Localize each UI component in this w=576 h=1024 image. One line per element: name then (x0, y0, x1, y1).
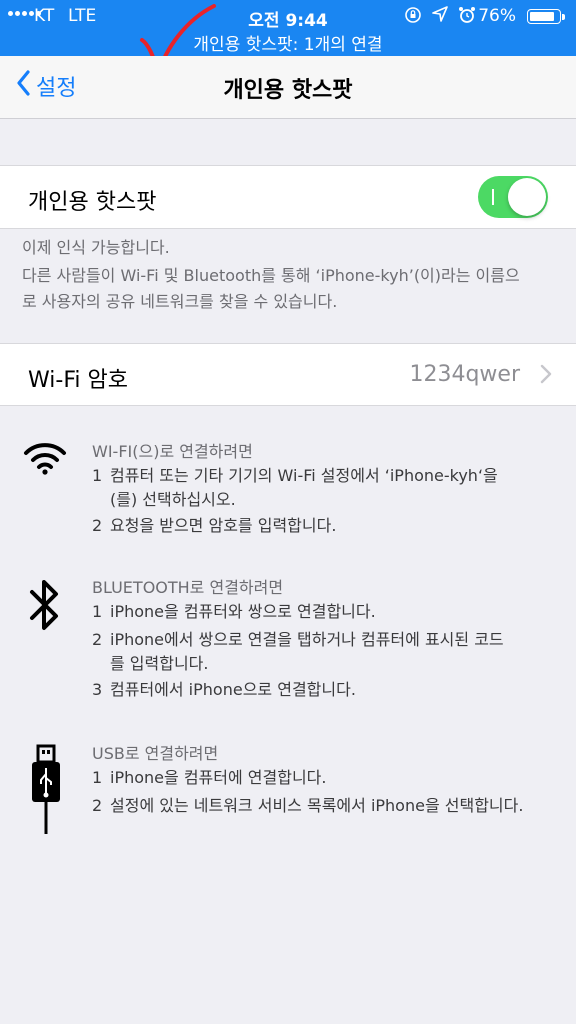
navigation-bar: 설정 개인용 핫스팟 (0, 56, 576, 119)
discoverable-description-line1: 다른 사람들이 Wi-Fi 및 Bluetooth를 통해 ‘iPhone-ky… (22, 266, 520, 285)
alarm-clock-icon (458, 6, 476, 29)
wifi-icon (22, 440, 68, 480)
bluetooth-step-1: 1 iPhone을 컴퓨터와 쌍으로 연결합니다. (92, 602, 376, 621)
usb-instructions-heading: USB로 연결하려면 (92, 744, 219, 763)
location-arrow-icon (432, 6, 448, 29)
wifi-step-2: 2 요청을 받으면 암호를 입력합니다. (92, 516, 337, 535)
wifi-instructions-heading: WI-FI(으)로 연결하려면 (92, 442, 253, 461)
battery-icon (527, 9, 565, 24)
hotspot-connection-banner[interactable]: 개인용 핫스팟: 1개의 연결 (0, 30, 576, 55)
wifi-step-1: 1 컴퓨터 또는 기타 기기의 Wi-Fi 설정에서 ‘iPhone-kyh‘을 … (92, 466, 498, 509)
bluetooth-icon (28, 578, 62, 636)
usb-step-1: 1 iPhone을 컴퓨터에 연결합니다. (92, 768, 327, 787)
discoverable-description-line2: 로 사용자의 공유 네트워크를 찾을 수 있습니다. (22, 292, 338, 311)
status-row: KT LTE 오전 9:44 76% (0, 4, 576, 31)
usb-cable-icon (30, 744, 62, 840)
chevron-right-icon (540, 364, 552, 388)
hotspot-footer: 이제 인식 가능합니다. 다른 사람들이 Wi-Fi 및 Bluetooth를 … (22, 235, 562, 315)
wifi-password-value: 1234qwer (409, 362, 520, 387)
bluetooth-step-2: 2 iPhone에서 쌍으로 연결을 탭하거나 컴퓨터에 표시된 코드 를 입력합… (92, 630, 504, 673)
wifi-password-cell[interactable]: Wi-Fi 암호 1234qwer (0, 343, 576, 406)
status-bar: KT LTE 오전 9:44 76% 개인용 핫스팟: 1개의 연결 (0, 0, 576, 76)
battery-percent: 76% (478, 6, 516, 26)
screen-rotation-lock-icon (404, 6, 422, 29)
discoverable-notice: 이제 인식 가능합니다. (22, 238, 170, 257)
hotspot-toggle-cell: 개인용 핫스팟 (0, 165, 576, 229)
wifi-password-label: Wi-Fi 암호 (28, 368, 128, 393)
bluetooth-step-3: 3 컴퓨터에서 iPhone으로 연결합니다. (92, 680, 356, 699)
usb-step-2: 2 설정에 있는 네트워크 서비스 목록에서 iPhone을 선택합니다. (92, 796, 524, 815)
status-icons (404, 6, 476, 29)
hotspot-toggle-label: 개인용 핫스팟 (28, 190, 157, 215)
hotspot-toggle-switch[interactable] (478, 176, 548, 218)
page-title: 개인용 핫스팟 (223, 78, 353, 103)
bluetooth-instructions-heading: BLUETOOTH로 연결하려면 (92, 578, 284, 597)
